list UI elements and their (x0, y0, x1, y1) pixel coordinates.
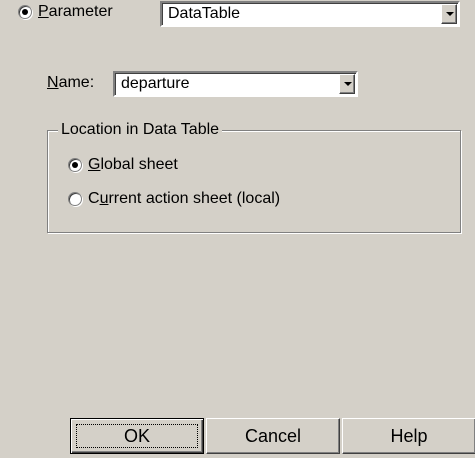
current-action-sheet-label[interactable]: Current action sheet (local) (88, 189, 280, 209)
parameter-type-value: DataTable (168, 5, 241, 22)
current-action-sheet-radio[interactable] (68, 192, 82, 206)
name-combobox[interactable]: departure (113, 71, 358, 97)
name-value: departure (121, 75, 190, 92)
help-button[interactable]: Help (342, 418, 475, 454)
parameter-label[interactable]: Parameter (38, 2, 113, 22)
global-sheet-radio[interactable] (68, 158, 82, 172)
cancel-label: Cancel (244, 426, 302, 446)
cancel-button[interactable]: Cancel (206, 418, 340, 454)
parameter-radio[interactable] (18, 5, 32, 19)
name-label: Name: (47, 74, 95, 91)
global-sheet-label[interactable]: Global sheet (88, 155, 178, 175)
location-groupbox (47, 130, 461, 233)
chevron-down-icon[interactable] (339, 74, 355, 94)
help-label: Help (390, 426, 428, 446)
chevron-down-icon[interactable] (441, 4, 457, 24)
location-group-title: Location in Data Table (58, 120, 223, 140)
ok-label: OK (123, 426, 150, 446)
parameter-type-combobox[interactable]: DataTable (160, 1, 460, 27)
ok-button[interactable]: OK (70, 418, 204, 454)
